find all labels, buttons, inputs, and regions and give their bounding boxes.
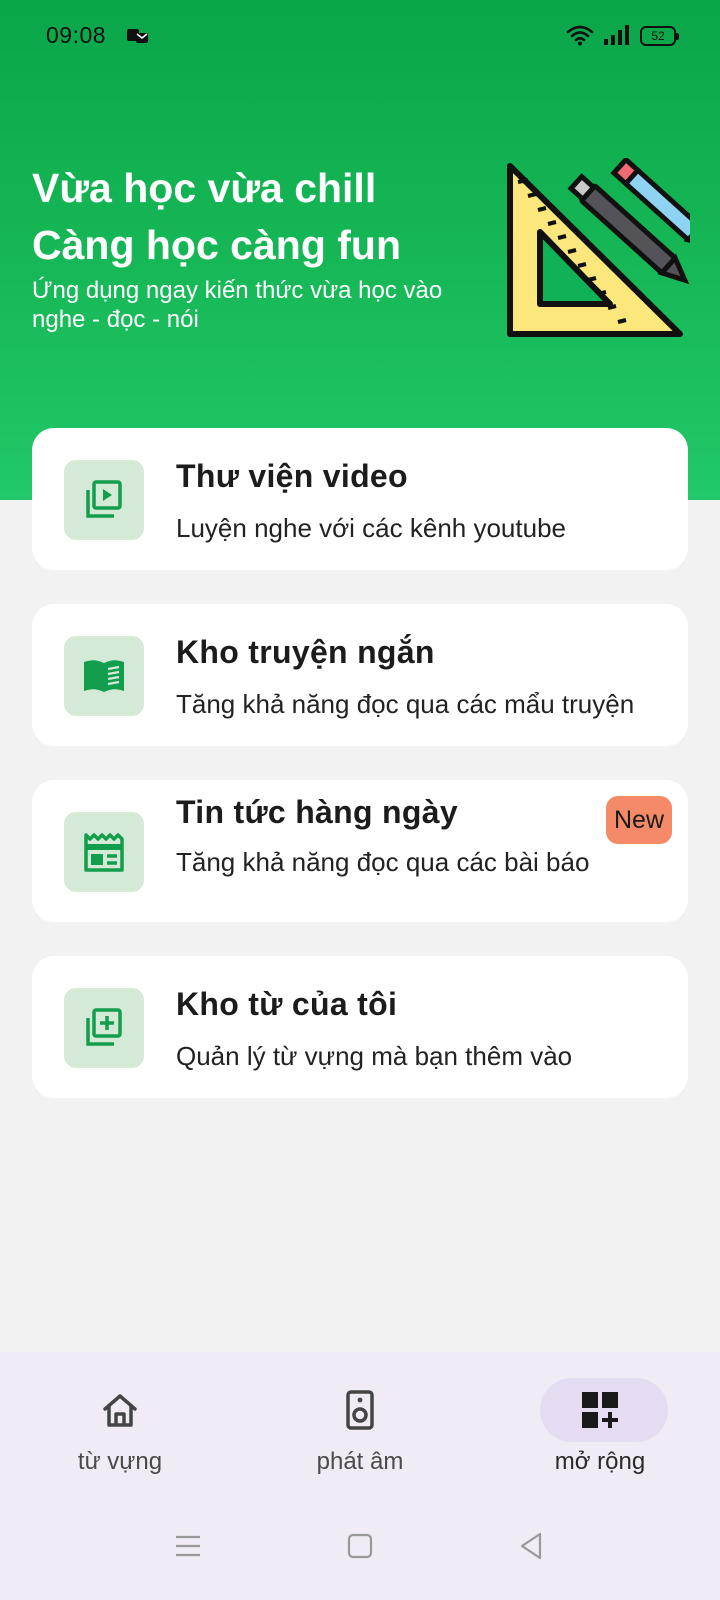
back-triangle-icon[interactable]	[516, 1530, 548, 1562]
menu-icon[interactable]	[172, 1530, 204, 1562]
ruler-pens-illustration	[507, 158, 690, 337]
hero-subtitle: Ứng dụng ngay kiến thức vừa học vào nghe…	[32, 277, 443, 333]
card-description: Luyện nghe với các kênh youtube	[176, 513, 566, 543]
battery-icon: 52	[640, 26, 679, 46]
card-title: Kho truyện ngắn	[176, 634, 435, 670]
feature-card-video-library[interactable]: Thư viện video Luyện nghe với các kênh y…	[32, 428, 688, 570]
nav-label: mở rộng	[554, 1448, 646, 1475]
card-icon-container	[64, 636, 144, 716]
card-icon-container	[64, 988, 144, 1068]
newspaper-icon	[84, 833, 124, 872]
card-description: Tăng khả năng đọc qua các mẩu truyện	[176, 689, 635, 719]
notification-icon	[127, 29, 148, 43]
card-title: Thư viện video	[176, 458, 408, 494]
feature-card-my-vocabulary[interactable]: Kho từ của tôi Quản lý từ vựng mà bạn th…	[32, 956, 688, 1098]
card-icon-container	[64, 812, 144, 892]
book-icon	[84, 660, 124, 692]
speaker-icon	[346, 1390, 374, 1430]
nav-label: phát âm	[316, 1448, 404, 1475]
home-icon	[103, 1394, 137, 1427]
home-square-icon[interactable]	[344, 1530, 376, 1562]
card-title: Tin tức hàng ngày	[176, 794, 458, 830]
hero-title-line1: Vừa học vừa chill	[32, 165, 377, 211]
battery-level: 52	[651, 29, 665, 43]
grid-add-icon	[582, 1392, 618, 1428]
card-description: Tăng khả năng đọc qua các bài báo	[176, 847, 590, 877]
status-bar: 09:08 52	[0, 0, 720, 72]
nav-item-vocabulary[interactable]: từ vựng	[0, 1378, 240, 1488]
nav-item-pronunciation[interactable]: phát âm	[240, 1378, 480, 1488]
nav-item-extensions[interactable]: mở rộng	[480, 1378, 720, 1488]
nav-label: từ vựng	[77, 1448, 163, 1475]
wifi-icon	[566, 25, 594, 46]
system-navigation-bar	[0, 1530, 720, 1590]
card-description: Quản lý từ vựng mà bạn thêm vào	[176, 1041, 573, 1071]
new-badge: New	[605, 796, 672, 844]
feature-card-short-stories[interactable]: Kho truyện ngắn Tăng khả năng đọc qua cá…	[32, 604, 688, 746]
card-title: Kho từ của tôi	[176, 986, 398, 1022]
feature-card-daily-news[interactable]: Tin tức hàng ngày Tăng khả năng đọc qua …	[32, 780, 688, 922]
signal-icon	[604, 25, 629, 45]
hero-title-line2: Càng học càng fun	[32, 222, 401, 268]
hero-title: Vừa học vừa chill Càng học càng fun	[32, 160, 472, 274]
status-time: 09:08	[46, 22, 107, 48]
video-library-icon	[86, 480, 122, 518]
card-icon-container	[64, 460, 144, 540]
add-library-icon	[86, 1008, 122, 1046]
